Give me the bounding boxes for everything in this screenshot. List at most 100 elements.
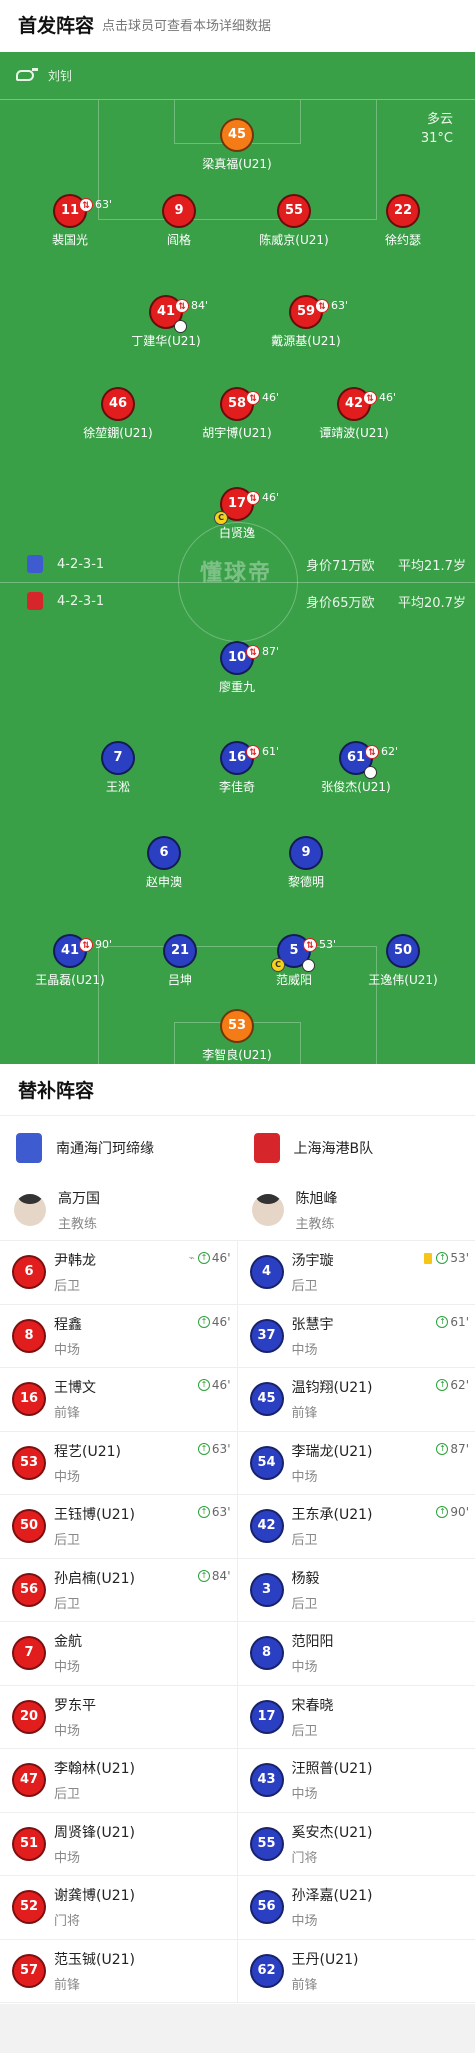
- player-away[interactable]: 9 黎德明: [251, 836, 361, 890]
- sub-out-icon: ⇅: [79, 938, 93, 952]
- substitution-minute: 61': [450, 1314, 469, 1329]
- bench-player-info: 孙泽嘉(U21) 中场: [292, 1885, 373, 1929]
- bench-player-home[interactable]: 51 周贤锋(U21) 中场: [0, 1812, 238, 1875]
- player-home[interactable]: 22 徐约瑟: [348, 194, 458, 248]
- player-name: 王丹(U21): [291, 1951, 359, 1968]
- player-position: 前锋: [54, 1406, 81, 1422]
- bench-player-away[interactable]: 56 孙泽嘉(U21) 中场: [238, 1876, 475, 1939]
- player-home[interactable]: 9 阎格: [124, 194, 234, 248]
- player-number: 11: [60, 203, 80, 218]
- bench-away-team[interactable]: 上海海港B队: [238, 1117, 475, 1179]
- bench-player-home[interactable]: 7 金航 中场: [0, 1622, 238, 1685]
- sub-out-icon: ⇅: [246, 745, 260, 759]
- sub-out-icon: ⇅: [363, 391, 377, 405]
- player-number: 61: [346, 750, 366, 765]
- bench-player-info: 李翰林(U21) 后卫: [54, 1758, 135, 1802]
- player-away[interactable]: 53 李智良(U21): [182, 1009, 292, 1063]
- bench-player-home[interactable]: 57 范玉铖(U21) 前锋: [0, 1939, 238, 2002]
- player-name: 裴国光: [51, 233, 88, 247]
- player-number-badge: 53: [220, 1009, 254, 1043]
- sub-in-icon: ↑: [436, 1442, 449, 1455]
- bench-player-away[interactable]: 45 温钧翔(U21) 前锋 ↑ 62': [238, 1368, 475, 1431]
- player-number-badge: 61 ⇅ 62': [339, 741, 398, 779]
- bench-row: 56 孙启楠(U21) 后卫 ↑ 84' 3 杨毅 后卫: [0, 1558, 475, 1622]
- player-home[interactable]: 59 ⇅ 63' 戴源基(U21): [251, 295, 361, 349]
- player-away[interactable]: 41 ⇅ 90' 王晶磊(U21): [15, 934, 125, 988]
- home-coach[interactable]: 高万国 主教练: [0, 1179, 238, 1240]
- bench-player-home[interactable]: 6 尹韩龙 后卫 ⌁ ↑ 46': [0, 1241, 238, 1304]
- referee-bar: 刘钊: [0, 52, 475, 100]
- player-name: 程鑫: [54, 1316, 82, 1333]
- bench-player-home[interactable]: 47 李翰林(U21) 后卫: [0, 1749, 238, 1812]
- player-home[interactable]: 41 ⇅ 84' 丁建华(U21): [111, 295, 221, 349]
- player-away[interactable]: 50 王逸伟(U21): [348, 934, 458, 988]
- bench-row: 20 罗东平 中场 17 宋春晓 后卫: [0, 1685, 475, 1749]
- bench-player-home[interactable]: 16 王博文 前锋 ↑ 46': [0, 1368, 238, 1431]
- substitution-minute: 46': [211, 1314, 231, 1329]
- bench-player-away[interactable]: 55 奚安杰(U21) 门将: [238, 1813, 475, 1876]
- player-home[interactable]: 46 徐堃錋(U21): [63, 387, 173, 441]
- bench-player-home[interactable]: 50 王钰博(U21) 后卫 ↑ 63': [0, 1495, 238, 1558]
- player-number: 7: [113, 750, 123, 765]
- player-away[interactable]: 21 吕坤: [125, 934, 235, 988]
- player-number-badge: 8: [249, 1636, 284, 1671]
- player-away[interactable]: 10 ⇅ 87' 廖重九: [182, 641, 292, 695]
- bench-player-away[interactable]: 43 汪照普(U21) 中场: [238, 1749, 475, 1812]
- bench-player-home[interactable]: 20 罗东平 中场: [0, 1685, 238, 1748]
- player-number-badge: 3: [249, 1572, 284, 1607]
- player-home[interactable]: 17 ⇅ 46' C 白贤逸: [182, 487, 292, 541]
- player-name: 汪照普(U21): [291, 1761, 373, 1778]
- player-number: 59: [296, 304, 316, 319]
- subs-section-title: 替补阵容: [0, 1064, 475, 1116]
- substitution-minute: 87': [262, 645, 280, 658]
- player-number-badge: 21: [163, 934, 197, 968]
- bench-player-away[interactable]: 54 李瑞龙(U21) 中场 ↑ 87': [238, 1432, 475, 1495]
- bench-home-team[interactable]: 南通海门珂缔缘: [0, 1117, 238, 1179]
- bench-player-home[interactable]: 56 孙启楠(U21) 后卫 ↑ 84': [0, 1558, 238, 1621]
- player-home[interactable]: 45 梁真福(U21): [182, 118, 292, 172]
- bench-player-home[interactable]: 52 谢龚博(U21) 门将: [0, 1876, 238, 1939]
- player-away[interactable]: 5 ⇅ 53' C 范威阳: [239, 934, 349, 988]
- player-name: 李佳奇: [218, 780, 255, 794]
- player-home[interactable]: 42 ⇅ 46' 谭靖波(U21): [299, 387, 409, 441]
- bench-player-away[interactable]: 4 汤宇璇 后卫 ↑ 53': [238, 1241, 475, 1304]
- player-home[interactable]: 55 陈威京(U21): [239, 194, 349, 248]
- bench-row: 8 程鑫 中场 ↑ 46' 37 张慧宇 中场 ↑ 61': [0, 1304, 475, 1368]
- bench-player-home[interactable]: 8 程鑫 中场 ↑ 46': [0, 1304, 238, 1367]
- player-number-badge: 45: [249, 1382, 284, 1417]
- player-away[interactable]: 16 ⇅ 61' 李佳奇: [182, 741, 292, 795]
- player-number-badge: 4: [249, 1255, 284, 1290]
- bench-player-home[interactable]: 53 程艺(U21) 中场 ↑ 63': [0, 1431, 238, 1494]
- bench-player-away[interactable]: 3 杨毅 后卫: [238, 1559, 475, 1622]
- player-number-badge: 59 ⇅ 63': [289, 295, 348, 329]
- player-name: 王东承(U21): [291, 1507, 373, 1524]
- player-number-badge: 11 ⇅ 63': [53, 194, 112, 228]
- bench-player-info: 李瑞龙(U21) 中场: [292, 1441, 373, 1485]
- player-name: 阎格: [166, 233, 191, 247]
- player-number-badge: 50: [12, 1509, 46, 1544]
- away-coach[interactable]: 陈旭峰 主教练: [238, 1179, 475, 1240]
- player-position: 中场: [54, 1850, 81, 1866]
- bench-player-away[interactable]: 42 王东承(U21) 后卫 ↑ 90': [238, 1495, 475, 1558]
- bench-player-away[interactable]: 62 王丹(U21) 前锋: [238, 1940, 475, 2003]
- bench-player-away[interactable]: 17 宋春晓 后卫: [238, 1686, 475, 1749]
- player-number-badge: 50: [386, 934, 420, 968]
- player-name: 范阳阳: [291, 1634, 334, 1651]
- bench-player-away[interactable]: 37 张慧宇 中场 ↑ 61': [238, 1305, 475, 1368]
- player-away[interactable]: 7 王淞: [63, 741, 173, 795]
- player-number-badge: 8: [12, 1318, 46, 1353]
- player-away[interactable]: 61 ⇅ 62' 张俊杰(U21): [301, 741, 411, 795]
- substitution-marker: ⇅ 46': [363, 383, 396, 413]
- player-name: 奚安杰(U21): [291, 1824, 373, 1841]
- bench-row: 50 王钰博(U21) 后卫 ↑ 63' 42 王东承(U21) 后卫 ↑ 90': [0, 1495, 475, 1559]
- player-away[interactable]: 6 赵申澳: [109, 836, 219, 890]
- player-home[interactable]: 11 ⇅ 63' 裴国光: [15, 194, 125, 248]
- coach-name: 高万国: [58, 1190, 100, 1207]
- weather-condition: 多云: [426, 112, 453, 127]
- player-home[interactable]: 58 ⇅ 46' 胡宇博(U21): [182, 387, 292, 441]
- bench-player-away[interactable]: 8 范阳阳 中场: [238, 1622, 475, 1685]
- away-crest-icon: [27, 592, 43, 610]
- player-number-badge: 41 ⇅ 90': [53, 934, 112, 968]
- substitution-minute: 84': [211, 1568, 231, 1583]
- whistle-icon: [16, 68, 38, 81]
